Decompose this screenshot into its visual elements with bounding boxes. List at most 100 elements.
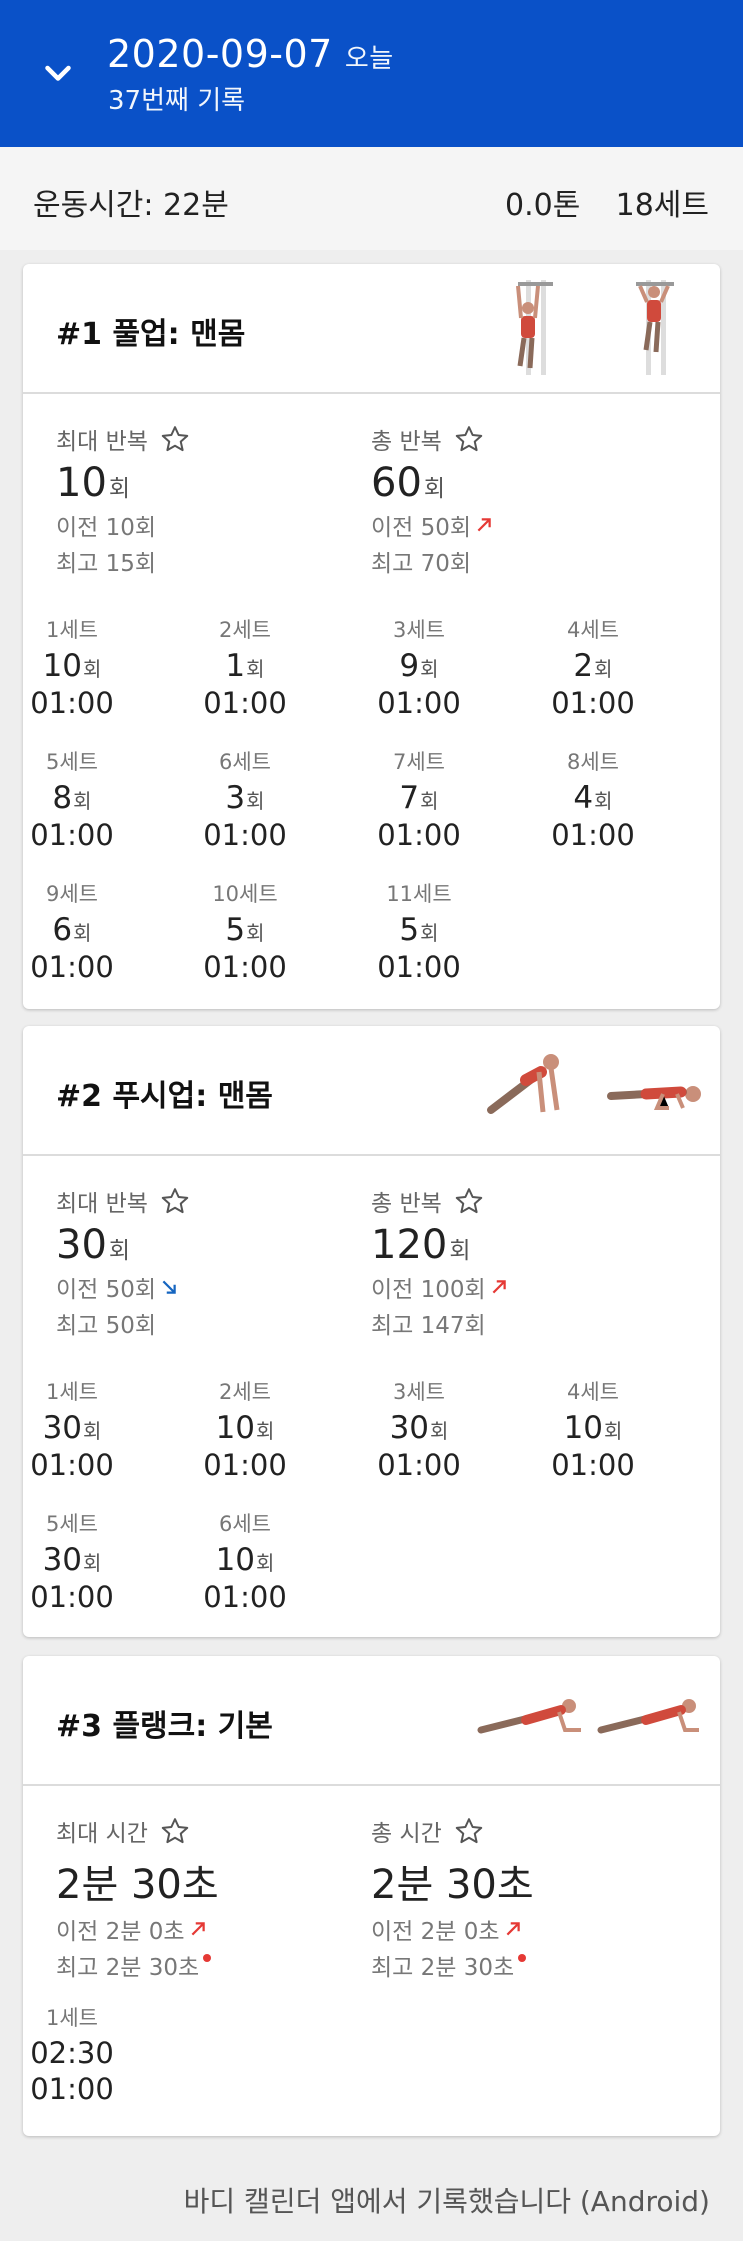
arrow-up-icon (506, 1922, 520, 1936)
set-cell: 5세트 30회 01:00 (12, 1508, 132, 1614)
set-label: 4세트 (566, 618, 619, 642)
set-rest-time: 01:00 (377, 1448, 461, 1482)
app-header: 2020-09-07 오늘 37번째 기록 (0, 0, 743, 147)
record-dot-icon (203, 1954, 212, 1962)
exercise-card-pullup[interactable]: #1 풀업: 맨몸 최대 반복 10회 이전 10회 최고 15회 총 반복 6… (23, 264, 720, 1009)
set-cell: 2세트 1회 01:00 (185, 614, 305, 720)
set-reps-value: 5 (399, 912, 420, 948)
set-cell: 10세트 5회 01:00 (185, 878, 305, 984)
record-date: 2020-09-07 오늘 (107, 32, 394, 76)
set-reps-value: 1 (225, 648, 246, 684)
exercise-card-pushup[interactable]: #2 푸시업: 맨몸 최대 반복 30회 이전 50회 최고 50회 총 반복 … (23, 1026, 720, 1637)
stat-label: 총 반복 (371, 429, 442, 455)
set-reps-value: 6 (52, 912, 73, 948)
set-cell: 3세트 9회 01:00 (359, 614, 479, 720)
stat-unit: 회 (108, 476, 131, 502)
set-cell: 1세트 30회 01:00 (12, 1376, 132, 1482)
exercise-header: #3 플랭크: 기본 (23, 1656, 720, 1786)
set-reps-unit: 회 (246, 921, 265, 945)
set-rest-time: 01:00 (551, 1448, 635, 1482)
exercise-title: #1 풀업: 맨몸 (56, 317, 246, 352)
set-rest-time: 01:00 (377, 686, 461, 720)
workout-duration: 운동시간: 22분 (33, 188, 229, 223)
stat-previous: 이전 2분 0초 (56, 1919, 185, 1945)
set-reps-unit: 회 (604, 1419, 623, 1443)
set-reps-value: 10 (215, 1542, 256, 1578)
set-reps: 3회 (185, 780, 305, 816)
set-reps: 10회 (533, 1410, 653, 1446)
workout-summary: 운동시간: 22분 0.0톤 18세트 (0, 147, 743, 250)
set-reps-unit: 회 (83, 1551, 102, 1575)
stat-value: 2분 30초 (371, 1862, 534, 1908)
stat-previous: 이전 50회 (371, 515, 472, 541)
exercise-title: #3 플랭크: 기본 (56, 1709, 273, 1744)
star-icon[interactable] (454, 424, 484, 454)
stat-value: 120 (371, 1222, 448, 1268)
stat-unit: 회 (449, 1238, 471, 1264)
arrow-up-icon (492, 1280, 506, 1294)
set-reps-value: 5 (225, 912, 246, 948)
set-cell: 6세트 3회 01:00 (185, 746, 305, 852)
star-icon[interactable] (160, 424, 190, 454)
set-reps-value: 9 (399, 648, 420, 684)
set-reps-value: 30 (389, 1410, 430, 1446)
stat-label: 최대 시간 (56, 1821, 148, 1847)
set-cell: 9세트 6회 01:00 (12, 878, 132, 984)
set-reps: 9회 (359, 648, 479, 684)
set-reps-value: 10 (215, 1410, 256, 1446)
star-icon[interactable] (454, 1816, 484, 1846)
set-label: 3세트 (392, 1380, 445, 1404)
record-dot-icon (518, 1954, 527, 1962)
exercise-header: #1 풀업: 맨몸 (23, 264, 720, 394)
stat-value: 60 (371, 460, 422, 506)
push-up-figure-icon (487, 1054, 701, 1114)
set-reps-unit: 회 (73, 921, 92, 945)
arrow-up-icon (477, 518, 491, 532)
set-reps-value: 2 (573, 648, 594, 684)
workout-set-count: 18세트 (615, 188, 709, 223)
star-icon[interactable] (160, 1186, 190, 1216)
set-reps: 30회 (12, 1542, 132, 1578)
set-reps: 30회 (12, 1410, 132, 1446)
set-label: 9세트 (45, 882, 98, 906)
stat-previous: 이전 100회 (371, 1277, 486, 1303)
max-reps-stat: 최대 반복 10회 이전 10회 최고 15회 (56, 422, 190, 578)
star-icon[interactable] (454, 1186, 484, 1216)
max-time-stat: 최대 시간 2분 30초 이전 2분 0초 최고 2분 30초 (56, 1814, 219, 1982)
star-icon[interactable] (160, 1816, 190, 1846)
set-reps-value: 7 (399, 780, 420, 816)
set-reps: 2회 (533, 648, 653, 684)
set-rest-time: 01:00 (30, 1448, 114, 1482)
set-label: 1세트 (45, 618, 98, 642)
set-rest-time: 01:00 (551, 818, 635, 852)
stat-best: 최고 2분 30초 (371, 1955, 515, 1981)
total-time-stat: 총 시간 2분 30초 이전 2분 0초 최고 2분 30초 (371, 1814, 534, 1982)
set-rest-time: 01:00 (30, 1580, 114, 1614)
set-reps-unit: 회 (73, 789, 92, 813)
set-reps: 10회 (12, 648, 132, 684)
set-rest-time: 01:00 (30, 950, 114, 984)
chevron-down-icon[interactable] (40, 56, 76, 92)
app-attribution: 바디 캘린더 앱에서 기록했습니다 (Android) (183, 2185, 710, 2218)
exercise-header: #2 푸시업: 맨몸 (23, 1026, 720, 1156)
set-reps-unit: 회 (420, 657, 439, 681)
set-reps-unit: 회 (594, 789, 613, 813)
exercise-card-plank[interactable]: #3 플랭크: 기본 최대 시간 2분 30초 이전 2분 0초 최고 2분 3… (23, 1656, 720, 2136)
stat-best: 최고 2분 30초 (56, 1955, 200, 1981)
set-reps-unit: 회 (256, 1551, 275, 1575)
set-label: 10세트 (212, 882, 278, 906)
set-reps-unit: 회 (83, 657, 102, 681)
set-label: 1세트 (45, 1380, 98, 1404)
set-cell: 6세트 10회 01:00 (185, 1508, 305, 1614)
stat-unit: 회 (423, 476, 446, 502)
pull-up-figure-icon (516, 280, 674, 375)
stat-best: 최고 15회 (56, 551, 157, 577)
set-reps-unit: 회 (246, 657, 265, 681)
set-label: 6세트 (218, 750, 271, 774)
set-reps-value: 4 (573, 780, 594, 816)
stat-best: 최고 70회 (371, 551, 472, 577)
arrow-up-icon (191, 1922, 205, 1936)
stat-value: 2분 30초 (56, 1862, 219, 1908)
record-count: 37번째 기록 (108, 86, 246, 116)
set-reps-value: 10 (563, 1410, 604, 1446)
